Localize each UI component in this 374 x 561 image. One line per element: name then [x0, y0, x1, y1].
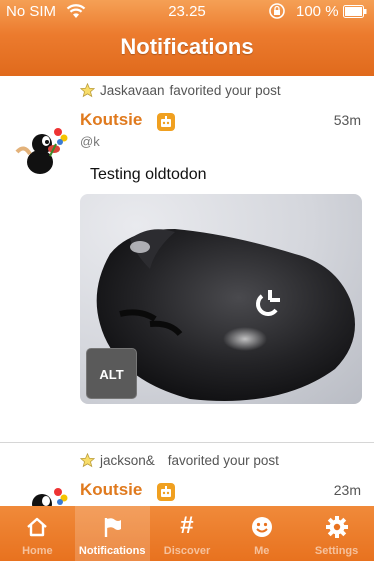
action-user[interactable]: Jaskavaan [100, 83, 165, 98]
tab-notifications[interactable]: Notifications [74, 506, 150, 561]
action-text: favorited your post [167, 453, 279, 468]
home-icon [27, 517, 48, 537]
rotation-lock-icon [269, 3, 285, 19]
star-icon [80, 453, 95, 468]
top-bar: No SIM 23.25 100 % Notifications [0, 0, 374, 76]
post-time: 53m [333, 112, 361, 128]
hashtag-icon: # [180, 512, 194, 539]
tab-me[interactable]: Me [224, 506, 299, 561]
post-time: 23m [333, 482, 361, 498]
avatar[interactable] [12, 482, 68, 506]
user-handle[interactable]: @k [80, 134, 100, 149]
tab-label: Discover [163, 545, 211, 557]
tab-bar: Home Notifications # Discover Me Setting… [0, 506, 374, 561]
display-name[interactable]: Koutsie [80, 480, 142, 500]
tab-settings[interactable]: Settings [299, 506, 374, 561]
notification-header: jackson& favorited your post [80, 453, 279, 468]
tab-label: Notifications [78, 545, 146, 557]
tab-label: Me [254, 545, 270, 557]
display-name[interactable]: Koutsie [80, 110, 142, 130]
notifications-feed[interactable]: Jaskavaan favorited your post Koutsie 53… [0, 76, 374, 506]
bot-badge-icon [157, 113, 175, 131]
bot-badge-icon [157, 483, 175, 501]
post-media-image[interactable]: ALT [80, 194, 362, 404]
divider [0, 442, 374, 443]
tab-home[interactable]: Home [0, 506, 75, 561]
notification-header: Jaskavaan favorited your post [80, 83, 281, 98]
gear-icon [325, 516, 348, 538]
tab-label: Home [22, 545, 53, 557]
smiley-icon [251, 517, 272, 537]
tab-label: Settings [314, 545, 359, 557]
alt-text-button[interactable]: ALT [86, 348, 137, 399]
action-text: favorited your post [169, 83, 281, 98]
tab-discover[interactable]: # Discover [150, 506, 225, 561]
post-content: Testing oldtodon [90, 166, 207, 183]
battery-percent: 100 % [296, 3, 339, 20]
avatar[interactable] [12, 122, 68, 178]
status-bar: No SIM 23.25 100 % [0, 0, 374, 24]
page-title: Notifications [120, 34, 254, 59]
star-icon [80, 83, 95, 98]
action-user[interactable]: jackson& [100, 453, 155, 468]
flag-icon [104, 518, 122, 537]
battery-icon [343, 5, 367, 18]
